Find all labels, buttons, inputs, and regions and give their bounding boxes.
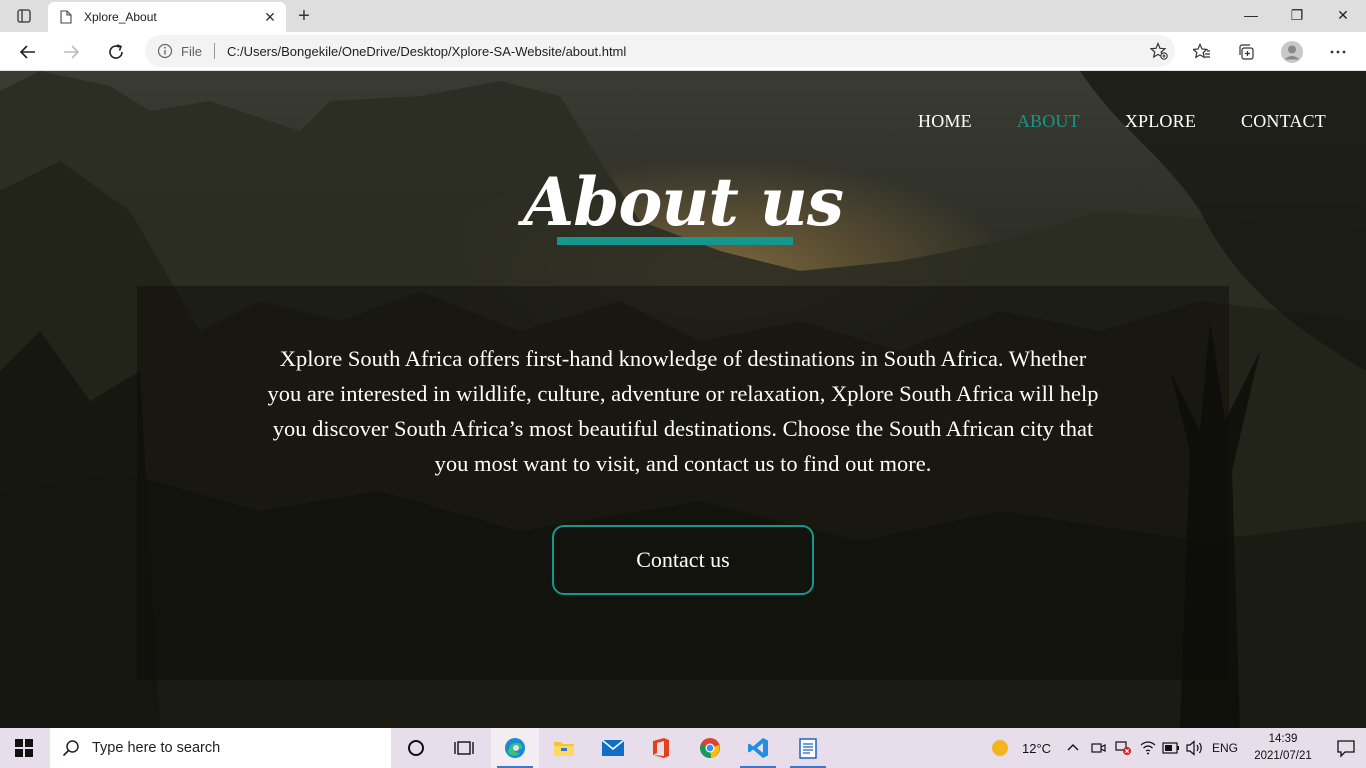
title-underline: [557, 237, 793, 245]
notepad-icon[interactable]: [784, 728, 832, 768]
office-icon[interactable]: [637, 728, 685, 768]
windows-start-icon[interactable]: [0, 728, 48, 768]
restore-button[interactable]: ❐: [1274, 0, 1320, 30]
nav-link-contact[interactable]: CONTACT: [1241, 111, 1326, 132]
show-hidden-icons[interactable]: [1066, 728, 1080, 768]
address-bar[interactable]: File C:/Users/Bongekile/OneDrive/Desktop…: [145, 35, 1175, 67]
volume-icon[interactable]: [1186, 728, 1204, 768]
about-description: Xplore South Africa offers first-hand kn…: [267, 346, 1099, 476]
tab-actions-icon[interactable]: [8, 4, 40, 28]
document-icon: [60, 10, 72, 24]
sun-icon: [992, 740, 1008, 756]
profile-avatar-icon[interactable]: [1276, 36, 1308, 68]
taskbar-search-box[interactable]: Type here to search: [50, 728, 391, 768]
nav-link-xplore[interactable]: XPLORE: [1125, 111, 1196, 132]
mail-icon[interactable]: [589, 728, 637, 768]
info-icon[interactable]: [157, 43, 173, 59]
more-options-icon[interactable]: [1322, 36, 1354, 68]
main-nav: HOME ABOUT XPLORE CONTACT: [918, 111, 1326, 132]
windows-taskbar: Type here to search 12°C ENG 14:39 2021/…: [0, 728, 1366, 768]
cortana-icon[interactable]: [392, 728, 440, 768]
vs-code-icon[interactable]: [734, 728, 782, 768]
weather-temperature: 12°C: [1022, 740, 1052, 756]
notification-center-icon[interactable]: [1336, 738, 1356, 758]
wifi-icon[interactable]: [1140, 728, 1156, 768]
search-icon: [62, 740, 79, 757]
browser-tab[interactable]: Xplore_About ✕: [48, 2, 286, 32]
language-indicator[interactable]: ENG: [1212, 728, 1238, 768]
close-window-button[interactable]: ✕: [1320, 0, 1366, 30]
refresh-icon[interactable]: [100, 36, 132, 68]
forward-arrow-icon[interactable]: [55, 36, 87, 68]
weather-widget[interactable]: 12°C: [990, 728, 1051, 768]
new-tab-button[interactable]: +: [292, 4, 316, 28]
search-placeholder: Type here to search: [92, 740, 221, 756]
clock-time: 14:39: [1268, 733, 1298, 745]
task-view-icon[interactable]: [440, 728, 488, 768]
page-title: About us: [523, 163, 844, 241]
browser-tab-bar: Xplore_About ✕ + — ❐ ✕: [0, 0, 1366, 32]
tab-close-icon[interactable]: ✕: [258, 5, 282, 29]
url-text[interactable]: C:/Users/Bongekile/OneDrive/Desktop/Xplo…: [227, 44, 1143, 59]
web-page: HOME ABOUT XPLORE CONTACT About us Xplor…: [0, 71, 1366, 728]
contact-us-button[interactable]: Contact us: [552, 525, 814, 595]
network-error-icon[interactable]: [1114, 728, 1132, 768]
browser-toolbar: File C:/Users/Bongekile/OneDrive/Desktop…: [0, 32, 1366, 71]
collections-icon[interactable]: [1230, 36, 1262, 68]
clock-date: 2021/07/21: [1254, 750, 1312, 762]
edge-browser-icon[interactable]: [491, 728, 539, 768]
file-scheme-label: File: [181, 43, 202, 59]
file-explorer-icon[interactable]: [540, 728, 588, 768]
meet-now-icon[interactable]: [1090, 728, 1106, 768]
add-favorite-icon[interactable]: [1143, 35, 1175, 67]
nav-link-home[interactable]: HOME: [918, 111, 972, 132]
nav-link-about[interactable]: ABOUT: [1017, 111, 1080, 132]
battery-icon[interactable]: [1162, 728, 1180, 768]
chevron-up-icon: [1067, 744, 1079, 751]
back-arrow-icon[interactable]: [12, 36, 44, 68]
system-clock[interactable]: 14:39 2021/07/21: [1248, 731, 1318, 765]
minimize-button[interactable]: —: [1228, 0, 1274, 30]
address-separator: [213, 43, 215, 59]
favorites-icon[interactable]: [1186, 36, 1218, 68]
chrome-icon[interactable]: [686, 728, 734, 768]
tab-title: Xplore_About: [84, 10, 157, 24]
